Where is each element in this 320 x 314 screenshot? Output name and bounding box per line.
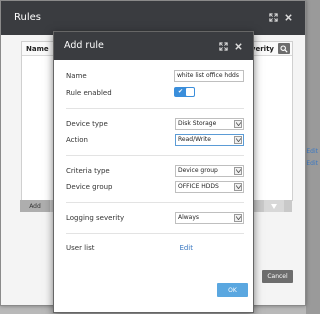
add-rule-dialog: Add rule Name white list office hdds Rul… <box>53 31 254 313</box>
name-label: Name <box>66 72 87 80</box>
background-edit-link[interactable]: Edit <box>306 160 318 167</box>
divider <box>66 108 244 109</box>
add-button[interactable]: Add <box>20 200 50 212</box>
move-down-button[interactable] <box>264 200 284 212</box>
rule-enabled-label: Rule enabled <box>66 89 112 97</box>
background-strip <box>306 0 320 314</box>
rules-titlebar: Rules <box>1 1 305 35</box>
device-type-row: Device type Disk Storage <box>66 118 244 131</box>
search-button[interactable] <box>278 43 290 54</box>
criteria-type-row: Criteria type Device group <box>66 165 244 178</box>
chevron-down-icon <box>234 120 242 128</box>
rule-enabled-toggle[interactable]: ✔ <box>174 87 195 97</box>
criteria-type-select[interactable]: Device group <box>175 165 244 177</box>
chevron-down-icon <box>234 183 242 191</box>
device-type-label: Device type <box>66 120 108 128</box>
logging-severity-value: Always <box>178 214 200 221</box>
name-input[interactable]: white list office hdds <box>174 70 244 82</box>
toggle-knob <box>186 88 194 96</box>
divider <box>66 202 244 203</box>
criteria-type-label: Criteria type <box>66 167 110 175</box>
rules-title: Rules <box>14 12 41 23</box>
close-icon[interactable] <box>284 13 293 22</box>
divider <box>66 155 244 156</box>
background-edit-link[interactable]: Edit <box>306 148 318 155</box>
device-type-value: Disk Storage <box>178 120 217 127</box>
close-icon[interactable] <box>234 42 243 51</box>
logging-severity-label: Logging severity <box>66 214 125 222</box>
arrow-down-icon <box>271 203 277 209</box>
divider <box>66 233 244 234</box>
device-type-select[interactable]: Disk Storage <box>175 118 244 130</box>
column-header-name[interactable]: Name <box>26 45 49 53</box>
device-group-select[interactable]: OFFICE HDDS <box>175 181 244 193</box>
chevron-down-icon <box>234 214 242 222</box>
name-row: Name white list office hdds <box>66 70 244 83</box>
ok-button[interactable]: OK <box>217 283 248 297</box>
device-group-label: Device group <box>66 183 113 191</box>
device-group-row: Device group OFFICE HDDS <box>66 181 244 194</box>
criteria-type-value: Device group <box>178 167 218 174</box>
user-list-row: User list Edit <box>66 242 244 255</box>
rules-window-controls <box>269 13 293 22</box>
chevron-down-icon <box>234 136 242 144</box>
user-list-edit-link[interactable]: Edit <box>179 244 193 252</box>
action-label: Action <box>66 136 88 144</box>
logging-severity-row: Logging severity Always <box>66 212 244 225</box>
add-rule-title: Add rule <box>64 40 104 51</box>
action-select[interactable]: Read/Write <box>175 134 244 146</box>
add-rule-window-controls <box>219 42 243 51</box>
rule-enabled-row: Rule enabled ✔ <box>66 87 244 100</box>
expand-icon[interactable] <box>219 42 228 51</box>
add-rule-titlebar: Add rule <box>54 32 253 60</box>
action-row: Action Read/Write <box>66 134 244 147</box>
expand-icon[interactable] <box>269 13 278 22</box>
chevron-down-icon <box>234 167 242 175</box>
device-group-value: OFFICE HDDS <box>178 183 219 190</box>
action-value: Read/Write <box>178 136 211 143</box>
search-icon <box>280 44 288 53</box>
cancel-button[interactable]: Cancel <box>262 270 293 283</box>
checkmark-icon: ✔ <box>178 88 184 95</box>
logging-severity-select[interactable]: Always <box>175 212 244 224</box>
user-list-label: User list <box>66 244 95 252</box>
